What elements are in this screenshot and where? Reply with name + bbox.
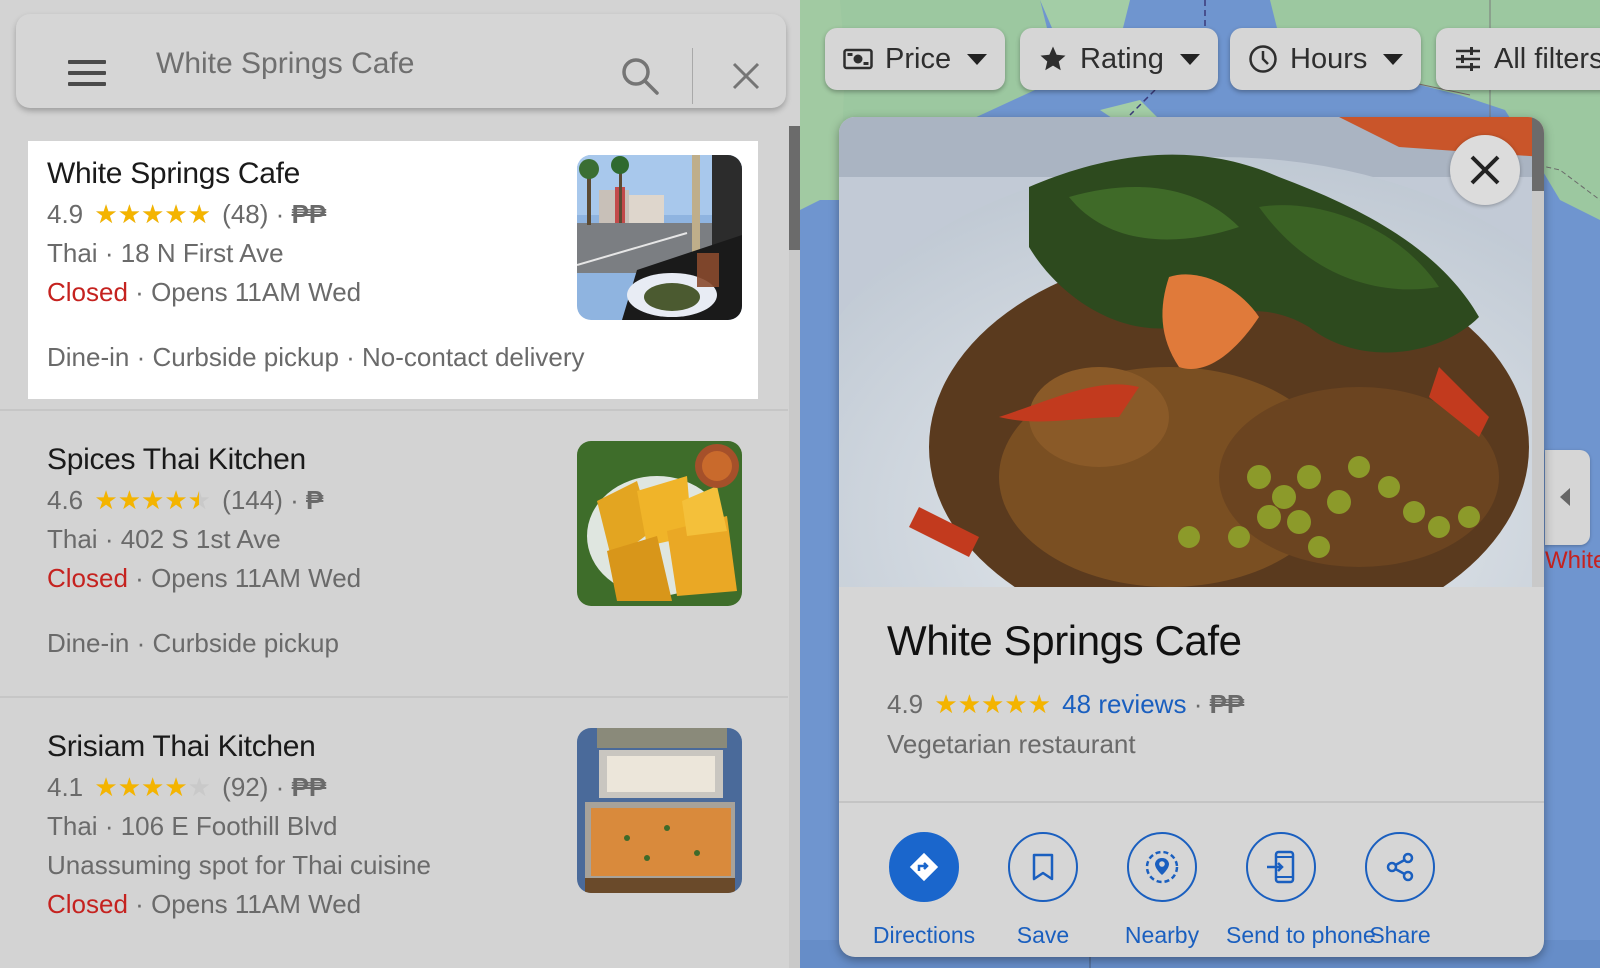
share-button[interactable]: Share	[1345, 832, 1455, 949]
place-title: White Springs Cafe	[887, 617, 1242, 664]
result-hours: Closed · Opens 11AM Wed	[47, 563, 362, 593]
send-to-phone-button[interactable]: Send to phone	[1226, 832, 1376, 949]
directions-button[interactable]: Directions	[869, 832, 979, 949]
clock-icon	[1249, 45, 1277, 73]
close-icon[interactable]	[728, 58, 764, 94]
filter-rating[interactable]: Rating	[1020, 28, 1218, 90]
review-count: (144)	[222, 485, 283, 515]
hamburger-menu-icon[interactable]	[68, 60, 106, 88]
place-card: White Springs Cafe 4.9 ★★★★★ ★★★★★ 48 rev…	[839, 117, 1544, 957]
filter-all-label: All filters	[1494, 42, 1600, 75]
results-scrollbar[interactable]	[789, 126, 800, 968]
nearby-button[interactable]: Nearby	[1107, 832, 1217, 949]
price-level: ₱₱	[291, 772, 327, 802]
search-divider	[692, 48, 693, 104]
street-cafe-photo[interactable]	[577, 155, 742, 320]
result-item[interactable]: Srisiam Thai Kitchen 4.1 ★★★★★★★★★★ (92)…	[0, 714, 788, 968]
filter-hours-label: Hours	[1290, 42, 1368, 75]
search-bar	[16, 14, 786, 108]
list-divider	[0, 409, 788, 411]
result-services: Dine-in · Curbside pickup	[47, 628, 339, 658]
place-category: Vegetarian restaurant	[887, 729, 1136, 759]
send-to-phone-label: Send to phone	[1226, 922, 1376, 948]
directions-icon	[909, 852, 939, 882]
review-count: (92)	[222, 772, 269, 802]
result-rating-row: 4.1 ★★★★★★★★★★ (92) · ₱₱	[47, 772, 327, 802]
status-closed: Closed	[47, 889, 128, 919]
nearby-label: Nearby	[1124, 922, 1200, 948]
chevron-left-icon[interactable]	[1545, 450, 1590, 545]
result-title[interactable]: Srisiam Thai Kitchen	[47, 730, 316, 764]
crab-rangoon-photo[interactable]	[577, 441, 742, 606]
result-title[interactable]: Spices Thai Kitchen	[47, 443, 306, 477]
price-level: ₱₱	[291, 199, 327, 229]
filter-hours[interactable]: Hours	[1230, 28, 1422, 90]
result-category-address: Thai · 402 S 1st Ave	[47, 524, 281, 554]
chevron-down-icon	[1179, 53, 1200, 65]
close-icon	[1470, 155, 1500, 185]
results-panel: White Springs Cafe 4.9 ★★★★★★★★★★ (48) ·…	[0, 0, 800, 968]
share-label: Share	[1369, 922, 1431, 948]
filter-price[interactable]: Price	[825, 28, 1006, 90]
price-icon	[843, 48, 873, 70]
result-hours: Closed · Opens 11AM Wed	[47, 889, 362, 919]
star-rating-icon: ★★★★★★★★★★	[94, 772, 211, 802]
thai-basil-dish-photo[interactable]	[839, 117, 1544, 757]
share-icon	[1386, 852, 1414, 882]
price-level: ₱₱	[1209, 689, 1245, 719]
status-closed: Closed	[47, 563, 128, 593]
rating-value: 4.9	[887, 689, 924, 719]
result-category-address: Thai · 18 N First Ave	[47, 238, 284, 268]
save-button[interactable]: Save	[988, 832, 1098, 949]
curry-tray-photo[interactable]	[577, 728, 742, 893]
send-to-phone-icon	[1267, 850, 1295, 884]
rating-value: 4.1	[47, 772, 84, 802]
directions-label: Directions	[872, 922, 976, 948]
status-closed: Closed	[47, 277, 128, 307]
result-title[interactable]: White Springs Cafe	[47, 157, 300, 191]
review-count: (48)	[222, 199, 269, 229]
place-rating-row: 4.9 ★★★★★ ★★★★★ 48 reviews · ₱₱	[887, 689, 1245, 719]
search-input[interactable]	[156, 44, 596, 84]
save-label: Save	[1016, 922, 1070, 948]
list-divider	[0, 696, 788, 698]
result-rating-row: 4.9 ★★★★★ ★★★★★ (48) · ₱₱	[47, 199, 327, 229]
nearby-icon	[1145, 850, 1179, 884]
star-rating-icon: ★★★★★★★★★★	[94, 199, 211, 229]
star-icon	[1040, 46, 1066, 71]
rating-value: 4.6	[47, 485, 84, 515]
result-category-address: Thai · 106 E Foothill Blvd	[47, 811, 338, 841]
result-item[interactable]: White Springs Cafe 4.9 ★★★★★ ★★★★★ (48) ·…	[0, 141, 788, 399]
result-hours: Closed · Opens 11AM Wed	[47, 277, 362, 307]
photo-scrollbar-thumb[interactable]	[1532, 117, 1544, 191]
rating-value: 4.9	[47, 199, 84, 229]
bookmark-icon	[1032, 853, 1054, 881]
close-button[interactable]	[1450, 135, 1520, 205]
filter-all[interactable]: All filters	[1436, 28, 1600, 90]
map-pin-label[interactable]: White	[1545, 547, 1600, 575]
result-description: Unassuming spot for Thai cuisine	[47, 850, 431, 880]
filter-rating-label: Rating	[1080, 42, 1164, 75]
result-services: Dine-in · Curbside pickup · No-contact d…	[47, 342, 585, 372]
card-divider	[839, 801, 1544, 803]
chevron-down-icon	[967, 53, 988, 65]
result-rating-row: 4.6 ★★★★★★★★★★ (144) · ₱	[47, 485, 324, 515]
results-scrollbar-thumb[interactable]	[789, 126, 800, 250]
reviews-link[interactable]: 48 reviews	[1062, 689, 1186, 719]
search-icon[interactable]	[620, 56, 660, 96]
price-level: ₱	[306, 485, 324, 515]
chevron-down-icon	[1383, 53, 1404, 65]
star-rating-icon: ★★★★★★★★★★	[94, 485, 211, 515]
filter-price-label: Price	[885, 42, 952, 75]
star-rating-icon: ★★★★★★★★★★	[934, 689, 1051, 719]
result-item[interactable]: Spices Thai Kitchen 4.6 ★★★★★★★★★★ (144)…	[0, 427, 788, 687]
tune-icon	[1456, 47, 1480, 71]
